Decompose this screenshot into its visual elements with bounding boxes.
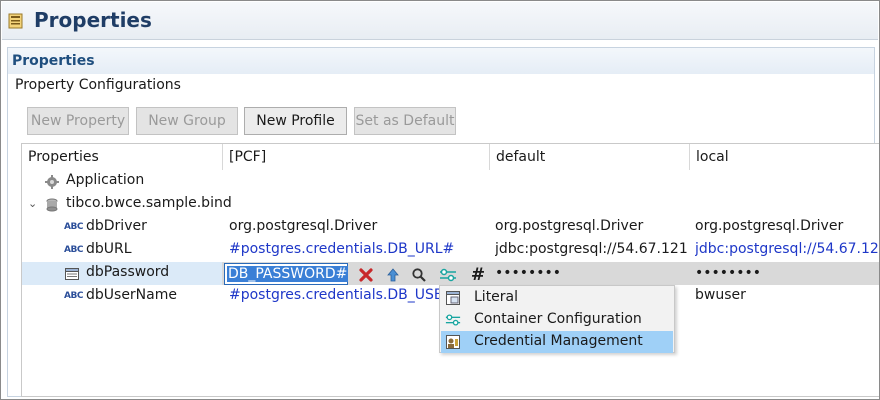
- delete-icon[interactable]: [356, 265, 376, 285]
- container-configuration-icon: [445, 314, 461, 326]
- hash-icon[interactable]: #: [468, 265, 488, 285]
- pcf-value-editor[interactable]: DB_PASSWORD#: [224, 263, 349, 285]
- page-title: Properties: [34, 8, 152, 32]
- value-type-menu: Literal Container Configuration Credenti…: [439, 285, 675, 353]
- set-as-default-button[interactable]: Set as Default: [354, 107, 456, 135]
- properties-table: Properties [PCF] default local Applicati…: [21, 143, 879, 397]
- menu-item-literal[interactable]: Literal: [441, 287, 673, 309]
- menu-label: Credential Management: [474, 333, 643, 349]
- properties-icon: [8, 13, 23, 29]
- literal-icon: [446, 291, 460, 305]
- column-header-local[interactable]: local: [690, 144, 879, 170]
- property-configurations-label: Property Configurations: [15, 77, 181, 93]
- section-title: Properties: [12, 53, 95, 69]
- module-icon: [46, 198, 58, 212]
- local-value[interactable]: jdbc:postgresql://54.67.121...: [695, 241, 879, 257]
- credential-management-icon: [446, 335, 460, 349]
- new-property-button[interactable]: New Property: [27, 107, 129, 135]
- property-name: dbPassword: [86, 264, 170, 280]
- title-bar: Properties: [2, 2, 878, 40]
- string-type-icon: ABC: [64, 291, 83, 301]
- arrow-up-icon[interactable]: [383, 265, 403, 285]
- table-row-application[interactable]: Application: [22, 170, 879, 193]
- selected-text[interactable]: DB_PASSWORD#: [227, 266, 349, 282]
- menu-item-container-configuration[interactable]: Container Configuration: [441, 309, 673, 331]
- default-value[interactable]: ••••••••: [495, 265, 687, 281]
- column-header-pcf[interactable]: [PCF]: [223, 144, 489, 170]
- local-value[interactable]: ••••••••: [695, 265, 879, 281]
- menu-label: Container Configuration: [474, 311, 642, 327]
- container-configuration-icon[interactable]: [438, 265, 458, 285]
- search-icon[interactable]: [409, 265, 429, 285]
- new-profile-button[interactable]: New Profile: [244, 107, 347, 135]
- properties-window: Properties Properties Property Configura…: [0, 0, 880, 400]
- column-header-properties[interactable]: Properties: [22, 144, 222, 170]
- property-name: dbURL: [86, 241, 132, 257]
- property-name: dbDriver: [86, 218, 147, 234]
- application-icon: [45, 175, 59, 189]
- selected-name-cell: dbPassword: [22, 262, 222, 285]
- chevron-down-icon[interactable]: ⌄: [28, 197, 37, 210]
- menu-label: Literal: [474, 289, 519, 305]
- local-value[interactable]: org.postgresql.Driver: [695, 218, 879, 234]
- menu-item-credential-management[interactable]: Credential Management: [441, 331, 673, 353]
- default-value[interactable]: jdbc:postgresql://54.67.121...: [495, 241, 687, 257]
- tree-label: Application: [66, 172, 145, 188]
- string-type-icon: ABC: [64, 222, 83, 232]
- pcf-value[interactable]: #postgres.credentials.DB_URL#: [229, 241, 487, 257]
- password-type-icon: [65, 268, 79, 280]
- table-row-dburl[interactable]: ABC dbURL #postgres.credentials.DB_URL# …: [22, 239, 879, 262]
- string-type-icon: ABC: [64, 245, 83, 255]
- local-value[interactable]: bwuser: [695, 287, 879, 303]
- pcf-value[interactable]: org.postgresql.Driver: [229, 218, 487, 234]
- property-name: dbUserName: [86, 287, 177, 303]
- new-group-button[interactable]: New Group: [136, 107, 238, 135]
- table-row-dbdriver[interactable]: ABC dbDriver org.postgresql.Driver org.p…: [22, 216, 879, 239]
- table-row-module[interactable]: ⌄ tibco.bwce.sample.bind: [22, 193, 879, 216]
- column-header-default[interactable]: default: [490, 144, 689, 170]
- default-value[interactable]: org.postgresql.Driver: [495, 218, 687, 234]
- tree-label: tibco.bwce.sample.bind: [66, 195, 232, 211]
- section-header: Properties: [8, 48, 874, 74]
